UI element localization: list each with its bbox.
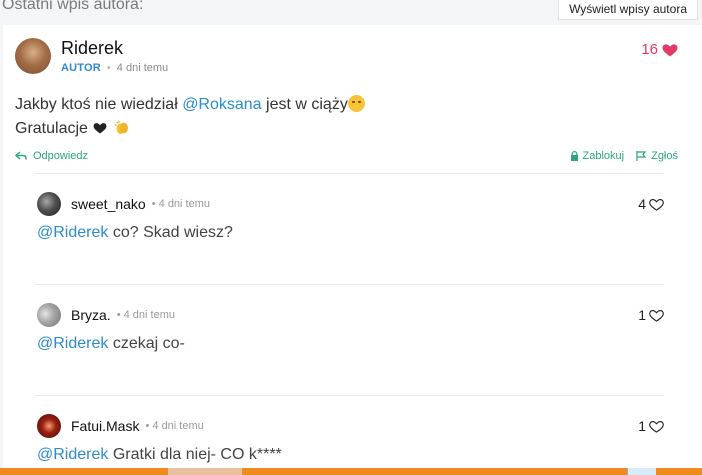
heart-icon <box>649 420 664 433</box>
reply-like-count: 1 <box>638 307 646 323</box>
black-heart-emoji-icon <box>93 123 107 134</box>
reply-item: sweet_nako • 4 dni temu 4 @Riderek co? S… <box>37 192 664 282</box>
show-author-posts-button[interactable]: Wyświetl wpisy autora <box>558 0 698 20</box>
reply-time: • 4 dni temu <box>116 309 175 321</box>
heart-icon <box>662 43 678 56</box>
reply-item: Bryza. • 4 dni temu 1 @Riderek czekaj co… <box>37 303 664 393</box>
reply-time-text: 4 dni temu <box>123 309 175 321</box>
post-text-prefix: Jakby ktoś nie wiedział <box>15 96 183 113</box>
post-like-count: 16 <box>641 41 658 58</box>
post-line-2: Gratulacje <box>15 117 365 141</box>
flag-icon <box>636 151 647 161</box>
reply-label: Odpowiedz <box>33 150 89 162</box>
block-action[interactable]: Zablokuj <box>570 150 625 162</box>
mention-link[interactable]: @Riderek <box>37 224 108 241</box>
reply-body: co? Skad wiesz? <box>108 224 233 241</box>
reply-time-text: 4 dni temu <box>152 420 204 432</box>
reply-time: • 4 dni temu <box>145 420 204 432</box>
lock-icon <box>570 151 578 161</box>
reply-divider <box>35 284 664 285</box>
block-label: Zablokuj <box>582 150 625 162</box>
bottom-ad-strip[interactable] <box>0 468 702 475</box>
reply-author[interactable]: Bryza. <box>71 307 111 323</box>
thread-divider <box>35 173 664 174</box>
reply-avatar[interactable] <box>37 414 61 438</box>
ad-close-icon[interactable] <box>627 468 656 475</box>
report-action[interactable]: Zgłoś <box>636 150 678 162</box>
author-avatar[interactable] <box>15 38 51 74</box>
reply-item: Fatui.Mask • 4 dni temu 1 @Riderek Gratk… <box>37 414 664 474</box>
ad-image[interactable] <box>168 468 242 475</box>
reply-like-button[interactable]: 1 <box>638 307 664 323</box>
author-meta: Riderek AUTOR • 4 dni temu <box>61 38 168 74</box>
reply-text: @Riderek co? Skad wiesz? <box>37 224 233 242</box>
reply-avatar[interactable] <box>37 192 61 216</box>
mention-link[interactable]: @Roksana <box>182 96 261 113</box>
reply-text: @Riderek czekaj co- <box>37 335 185 353</box>
post-line-1: Jakby ktoś nie wiedział @Roksana jest w … <box>15 93 365 117</box>
reply-time: • 4 dni temu <box>151 198 211 210</box>
mention-link[interactable]: @Riderek <box>37 446 108 463</box>
reply-arrow-icon <box>15 151 27 160</box>
clap-emoji-icon <box>114 120 128 134</box>
reply-like-count: 1 <box>638 418 646 434</box>
reply-head: Bryza. • 4 dni temu <box>37 303 664 327</box>
heart-icon <box>649 198 664 211</box>
post-text-suffix: jest w ciąży <box>261 96 348 113</box>
post-like-button[interactable]: 16 <box>641 41 678 58</box>
post-line-2-text: Gratulacje <box>15 120 88 137</box>
reply-divider <box>35 395 664 396</box>
post-author-row: Riderek AUTOR • 4 dni temu <box>15 38 168 74</box>
reply-avatar[interactable] <box>37 303 61 327</box>
author-name[interactable]: Riderek <box>61 38 168 58</box>
author-subline: AUTOR • 4 dni temu <box>61 62 168 74</box>
reply-like-button[interactable]: 1 <box>638 418 664 434</box>
reply-body: Gratki dla niej- CO k**** <box>108 446 282 463</box>
reply-head: sweet_nako • 4 dni temu <box>37 192 664 216</box>
post-card: Riderek AUTOR • 4 dni temu 16 Jakby ktoś… <box>3 25 702 475</box>
reply-time-text: 4 dni temu <box>158 198 211 210</box>
reply-author[interactable]: sweet_nako <box>71 196 146 212</box>
reply-like-button[interactable]: 4 <box>638 196 664 212</box>
smile-emoji-icon <box>347 95 365 112</box>
reply-author[interactable]: Fatui.Mask <box>71 418 139 434</box>
post-body: Jakby ktoś nie wiedział @Roksana jest w … <box>15 93 365 141</box>
post-actions-right: Zablokuj Zgłoś <box>570 150 678 162</box>
mention-link[interactable]: @Riderek <box>37 335 108 352</box>
top-label: Ostatni wpis autora: <box>2 0 144 13</box>
reply-text: @Riderek Gratki dla niej- CO k**** <box>37 446 282 464</box>
post-time: 4 dni temu <box>116 62 169 74</box>
author-badge: AUTOR <box>61 62 101 74</box>
report-label: Zgłoś <box>651 150 678 162</box>
separator-dot: • <box>106 62 111 74</box>
reply-head: Fatui.Mask • 4 dni temu <box>37 414 664 438</box>
reply-like-count: 4 <box>638 196 646 212</box>
heart-icon <box>649 309 664 322</box>
reply-body: czekaj co- <box>108 335 185 352</box>
reply-action[interactable]: Odpowiedz <box>15 150 88 162</box>
